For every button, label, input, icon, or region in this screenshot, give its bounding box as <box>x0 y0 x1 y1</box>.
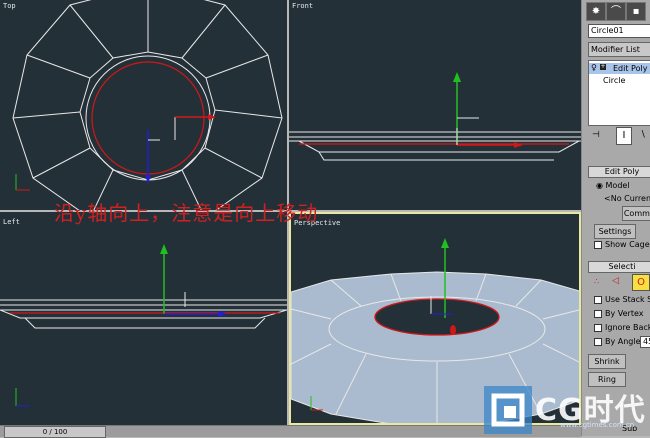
rollout-edit-poly[interactable]: Edit Poly <box>588 166 650 178</box>
left-view-geometry <box>0 244 287 407</box>
checkbox-icon <box>594 295 602 304</box>
ignore-backfacing-checkbox[interactable]: Ignore Backf <box>594 323 650 332</box>
border-mode-icon[interactable]: O <box>632 274 650 291</box>
time-slider[interactable]: 0 / 100 <box>4 426 106 438</box>
lightbulb-icon[interactable]: ♀ <box>591 63 597 72</box>
pin-stack-icon[interactable]: ⊣ <box>592 130 606 142</box>
expand-icon[interactable]: + <box>600 64 606 70</box>
hierarchy-tab-icon[interactable]: ▪ <box>626 2 646 21</box>
model-radio[interactable]: ◉ Model <box>596 181 630 190</box>
modifier-stack[interactable]: ♀ + Edit Poly Circle <box>588 60 650 126</box>
viewport-left[interactable]: Left <box>0 212 289 425</box>
object-name-field[interactable]: Circle01 <box>588 24 650 38</box>
viewport-front[interactable]: Front <box>289 0 581 212</box>
stack-item-edit-poly[interactable]: ♀ + Edit Poly <box>589 63 650 74</box>
edge-mode-icon[interactable]: ◁ <box>612 276 626 288</box>
rollout-selection[interactable]: Selecti <box>588 261 650 273</box>
modify-tab-icon[interactable]: ⌒ <box>606 2 626 21</box>
show-cage-checkbox[interactable]: Show Cage <box>594 240 650 249</box>
angle-value-field[interactable]: 45 <box>640 336 650 348</box>
checkbox-icon <box>594 240 602 249</box>
commit-button[interactable]: Commi <box>622 206 650 221</box>
show-end-result-icon[interactable]: I <box>616 127 632 145</box>
checkbox-icon <box>594 323 602 332</box>
make-unique-icon[interactable]: ∖ <box>640 130 650 142</box>
checkbox-icon <box>594 309 602 318</box>
by-angle-checkbox[interactable]: By Angle <box>594 337 641 346</box>
use-stack-checkbox[interactable]: Use Stack Se <box>594 295 650 304</box>
no-current-label: <No Current O <box>604 194 650 203</box>
stack-item-label: Edit Poly <box>613 64 648 73</box>
stack-item-circle[interactable]: Circle <box>603 75 625 86</box>
by-vertex-checkbox[interactable]: By Vertex <box>594 309 643 318</box>
shrink-button[interactable]: Shrink <box>588 354 626 369</box>
logo-url-text: www.cgtimes.com.cn <box>560 421 635 429</box>
create-tab-icon[interactable]: ✸ <box>586 2 606 21</box>
annotation-text: 沿y轴向上，注意是向上移动 <box>54 201 319 225</box>
top-view-geometry <box>12 0 283 210</box>
viewport-top[interactable]: Top <box>0 0 289 212</box>
modifier-list-dropdown[interactable]: Modifier List <box>588 42 650 57</box>
settings-button[interactable]: Settings <box>594 224 636 239</box>
checkbox-icon <box>594 337 602 346</box>
command-panel: ✸ ⌒ ▪ Circle01 Modifier List ♀ + Edit Po… <box>581 0 650 436</box>
radio-icon: ◉ <box>596 181 606 190</box>
front-view-geometry <box>289 72 581 161</box>
vertex-mode-icon[interactable]: ∴ <box>594 277 608 289</box>
